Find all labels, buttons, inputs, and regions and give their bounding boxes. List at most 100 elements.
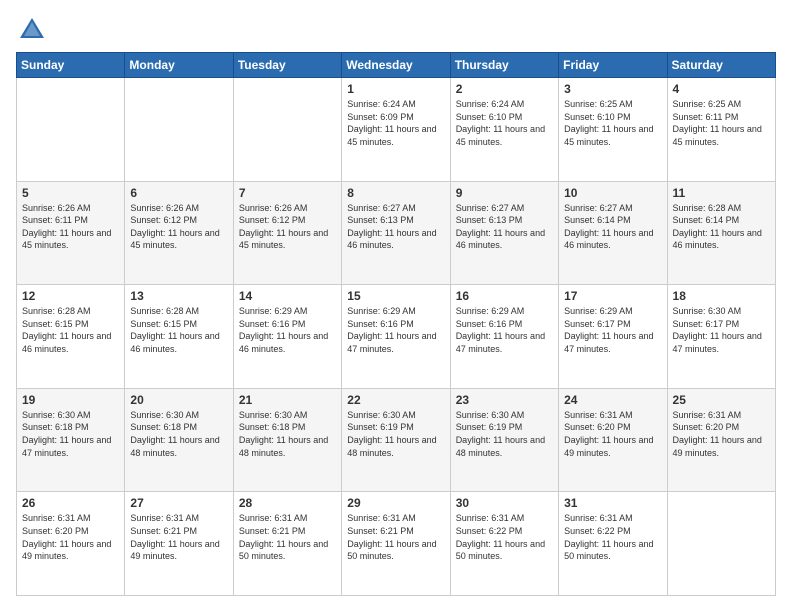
day-number: 4 <box>673 82 770 96</box>
logo-icon <box>18 16 46 44</box>
calendar-cell: 19 Sunrise: 6:30 AM Sunset: 6:18 PM Dayli… <box>17 388 125 492</box>
calendar-cell: 22Sunrise: 6:30 AM Sunset: 6:19 PM Dayli… <box>342 388 450 492</box>
day-number: 19 <box>22 393 119 407</box>
day-info: Sunrise: 6:27 AM Sunset: 6:13 PM Dayligh… <box>456 202 553 252</box>
day-info: Sunrise: 6:31 AM Sunset: 6:20 PM Dayligh… <box>22 512 119 562</box>
logo <box>16 16 46 42</box>
day-number: 18 <box>673 289 770 303</box>
calendar-table: SundayMondayTuesdayWednesdayThursdayFrid… <box>16 52 776 596</box>
calendar-week-row: 12 Sunrise: 6:28 AM Sunset: 6:15 PM Dayli… <box>17 285 776 389</box>
day-number: 20 <box>130 393 227 407</box>
day-number: 28 <box>239 496 336 510</box>
calendar-cell: 9 Sunrise: 6:27 AM Sunset: 6:13 PM Daylig… <box>450 181 558 285</box>
day-number: 29 <box>347 496 444 510</box>
day-info: Sunrise: 6:29 AM Sunset: 6:17 PM Dayligh… <box>564 305 661 355</box>
day-info: Sunrise: 6:31 AM Sunset: 6:20 PM Dayligh… <box>564 409 661 459</box>
calendar-cell: 8 Sunrise: 6:27 AM Sunset: 6:13 PM Daylig… <box>342 181 450 285</box>
day-number: 5 <box>22 186 119 200</box>
calendar-cell: 28 Sunrise: 6:31 AM Sunset: 6:21 PM Dayli… <box>233 492 341 596</box>
day-info: Sunrise: 6:30 AM Sunset: 6:18 PM Dayligh… <box>22 409 119 459</box>
calendar-cell: 13 Sunrise: 6:28 AM Sunset: 6:15 PM Dayli… <box>125 285 233 389</box>
day-number: 3 <box>564 82 661 96</box>
calendar-cell: 4 Sunrise: 6:25 AM Sunset: 6:11 PM Daylig… <box>667 78 775 182</box>
calendar-week-row: 5 Sunrise: 6:26 AM Sunset: 6:11 PM Daylig… <box>17 181 776 285</box>
calendar-cell: 12 Sunrise: 6:28 AM Sunset: 6:15 PM Dayli… <box>17 285 125 389</box>
calendar-week-row: 1 Sunrise: 6:24 AM Sunset: 6:09 PM Daylig… <box>17 78 776 182</box>
calendar-cell: 25 Sunrise: 6:31 AM Sunset: 6:20 PM Dayli… <box>667 388 775 492</box>
calendar-cell: 29Sunrise: 6:31 AM Sunset: 6:21 PM Dayli… <box>342 492 450 596</box>
header <box>16 16 776 42</box>
calendar-header-row: SundayMondayTuesdayWednesdayThursdayFrid… <box>17 53 776 78</box>
calendar-cell: 23Sunrise: 6:30 AM Sunset: 6:19 PM Dayli… <box>450 388 558 492</box>
day-number: 24 <box>564 393 661 407</box>
day-info: Sunrise: 6:24 AM Sunset: 6:10 PM Dayligh… <box>456 98 553 148</box>
day-info: Sunrise: 6:31 AM Sunset: 6:22 PM Dayligh… <box>564 512 661 562</box>
day-number: 16 <box>456 289 553 303</box>
calendar-cell <box>125 78 233 182</box>
day-number: 25 <box>673 393 770 407</box>
day-info: Sunrise: 6:28 AM Sunset: 6:14 PM Dayligh… <box>673 202 770 252</box>
day-number: 21 <box>239 393 336 407</box>
day-info: Sunrise: 6:28 AM Sunset: 6:15 PM Dayligh… <box>130 305 227 355</box>
day-info: Sunrise: 6:28 AM Sunset: 6:15 PM Dayligh… <box>22 305 119 355</box>
calendar-header-wednesday: Wednesday <box>342 53 450 78</box>
calendar-cell: 21 Sunrise: 6:30 AM Sunset: 6:18 PM Dayli… <box>233 388 341 492</box>
day-info: Sunrise: 6:27 AM Sunset: 6:13 PM Dayligh… <box>347 202 444 252</box>
day-number: 12 <box>22 289 119 303</box>
calendar-cell: 16 Sunrise: 6:29 AM Sunset: 6:16 PM Dayli… <box>450 285 558 389</box>
calendar-week-row: 19 Sunrise: 6:30 AM Sunset: 6:18 PM Dayli… <box>17 388 776 492</box>
day-number: 17 <box>564 289 661 303</box>
day-info: Sunrise: 6:26 AM Sunset: 6:11 PM Dayligh… <box>22 202 119 252</box>
calendar-cell: 10 Sunrise: 6:27 AM Sunset: 6:14 PM Dayli… <box>559 181 667 285</box>
calendar-cell: 26Sunrise: 6:31 AM Sunset: 6:20 PM Dayli… <box>17 492 125 596</box>
calendar-cell: 7 Sunrise: 6:26 AM Sunset: 6:12 PM Daylig… <box>233 181 341 285</box>
day-number: 30 <box>456 496 553 510</box>
day-number: 9 <box>456 186 553 200</box>
calendar-cell <box>667 492 775 596</box>
day-info: Sunrise: 6:31 AM Sunset: 6:21 PM Dayligh… <box>239 512 336 562</box>
day-number: 27 <box>130 496 227 510</box>
day-info: Sunrise: 6:31 AM Sunset: 6:20 PM Dayligh… <box>673 409 770 459</box>
calendar-cell: 14 Sunrise: 6:29 AM Sunset: 6:16 PM Dayli… <box>233 285 341 389</box>
calendar-cell: 30 Sunrise: 6:31 AM Sunset: 6:22 PM Dayli… <box>450 492 558 596</box>
day-info: Sunrise: 6:25 AM Sunset: 6:10 PM Dayligh… <box>564 98 661 148</box>
calendar-cell: 15Sunrise: 6:29 AM Sunset: 6:16 PM Dayli… <box>342 285 450 389</box>
day-info: Sunrise: 6:31 AM Sunset: 6:22 PM Dayligh… <box>456 512 553 562</box>
calendar-header-thursday: Thursday <box>450 53 558 78</box>
day-number: 11 <box>673 186 770 200</box>
day-number: 2 <box>456 82 553 96</box>
calendar-cell: 31 Sunrise: 6:31 AM Sunset: 6:22 PM Dayli… <box>559 492 667 596</box>
day-info: Sunrise: 6:29 AM Sunset: 6:16 PM Dayligh… <box>239 305 336 355</box>
calendar-cell: 1 Sunrise: 6:24 AM Sunset: 6:09 PM Daylig… <box>342 78 450 182</box>
calendar-cell: 11 Sunrise: 6:28 AM Sunset: 6:14 PM Dayli… <box>667 181 775 285</box>
day-info: Sunrise: 6:24 AM Sunset: 6:09 PM Dayligh… <box>347 98 444 148</box>
day-number: 14 <box>239 289 336 303</box>
day-number: 31 <box>564 496 661 510</box>
day-number: 8 <box>347 186 444 200</box>
day-number: 10 <box>564 186 661 200</box>
calendar-cell: 17 Sunrise: 6:29 AM Sunset: 6:17 PM Dayli… <box>559 285 667 389</box>
day-number: 1 <box>347 82 444 96</box>
calendar-cell: 27 Sunrise: 6:31 AM Sunset: 6:21 PM Dayli… <box>125 492 233 596</box>
day-number: 6 <box>130 186 227 200</box>
calendar-cell: 24 Sunrise: 6:31 AM Sunset: 6:20 PM Dayli… <box>559 388 667 492</box>
day-info: Sunrise: 6:30 AM Sunset: 6:18 PM Dayligh… <box>239 409 336 459</box>
calendar-cell: 18Sunrise: 6:30 AM Sunset: 6:17 PM Dayli… <box>667 285 775 389</box>
day-info: Sunrise: 6:30 AM Sunset: 6:19 PM Dayligh… <box>347 409 444 459</box>
calendar-cell: 6Sunrise: 6:26 AM Sunset: 6:12 PM Daylig… <box>125 181 233 285</box>
calendar-header-friday: Friday <box>559 53 667 78</box>
calendar-header-tuesday: Tuesday <box>233 53 341 78</box>
calendar-header-saturday: Saturday <box>667 53 775 78</box>
calendar-cell <box>233 78 341 182</box>
day-info: Sunrise: 6:31 AM Sunset: 6:21 PM Dayligh… <box>130 512 227 562</box>
day-info: Sunrise: 6:29 AM Sunset: 6:16 PM Dayligh… <box>456 305 553 355</box>
day-info: Sunrise: 6:27 AM Sunset: 6:14 PM Dayligh… <box>564 202 661 252</box>
calendar-cell: 2 Sunrise: 6:24 AM Sunset: 6:10 PM Daylig… <box>450 78 558 182</box>
day-number: 23 <box>456 393 553 407</box>
page: SundayMondayTuesdayWednesdayThursdayFrid… <box>0 0 792 612</box>
day-number: 13 <box>130 289 227 303</box>
day-number: 7 <box>239 186 336 200</box>
day-info: Sunrise: 6:26 AM Sunset: 6:12 PM Dayligh… <box>239 202 336 252</box>
calendar-cell: 20Sunrise: 6:30 AM Sunset: 6:18 PM Dayli… <box>125 388 233 492</box>
day-info: Sunrise: 6:25 AM Sunset: 6:11 PM Dayligh… <box>673 98 770 148</box>
